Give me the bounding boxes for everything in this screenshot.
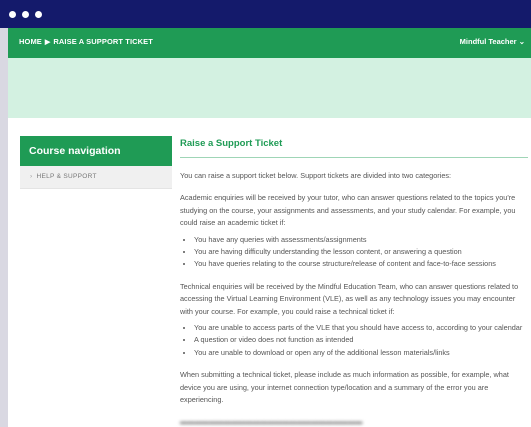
list-item: You have queries relating to the course … xyxy=(194,258,528,270)
sidebar-item-help-support[interactable]: › HELP & SUPPORT xyxy=(20,166,172,189)
list-item: You have any queries with assessments/as… xyxy=(194,234,528,246)
sidebar-heading: Course navigation xyxy=(20,136,172,166)
sidebar-item-label: HELP & SUPPORT xyxy=(36,173,97,180)
course-navigation-sidebar: Course navigation › HELP & SUPPORT xyxy=(20,136,172,189)
submitting-paragraph: When submitting a technical ticket, plea… xyxy=(180,370,509,405)
breadcrumb-home-link[interactable]: HOME xyxy=(19,37,42,46)
screenshot-frame: HOME ▶ RAISE A SUPPORT TICKET Mindful Teac… xyxy=(0,0,531,427)
user-menu[interactable]: Mindful Teacher ⌄ xyxy=(460,37,525,46)
window-minimize-dot[interactable] xyxy=(22,11,29,18)
top-navbar: HOME ▶ RAISE A SUPPORT TICKET Mindful Teac… xyxy=(8,28,531,58)
breadcrumb-current: RAISE A SUPPORT TICKET xyxy=(53,37,153,46)
technical-paragraph: Technical enquiries will be received by … xyxy=(180,281,519,316)
window-maximize-dot[interactable] xyxy=(35,11,42,18)
page-banner xyxy=(8,58,531,118)
window-close-dot[interactable] xyxy=(9,11,16,18)
browser-page: HOME ▶ RAISE A SUPPORT TICKET Mindful Teac… xyxy=(8,28,531,427)
blurred-cutoff-text: ▬▬▬▬▬▬▬▬▬▬▬▬▬▬▬▬▬▬▬▬▬▬▬▬▬ xyxy=(180,416,363,426)
list-item: A question or video does not function as… xyxy=(194,334,528,346)
list-item: You are unable to access parts of the VL… xyxy=(194,322,528,334)
list-item: You are unable to download or open any o… xyxy=(194,347,528,359)
breadcrumb: HOME ▶ RAISE A SUPPORT TICKET xyxy=(19,37,153,46)
window-titlebar xyxy=(0,0,531,28)
academic-paragraph: Academic enquiries will be received by y… xyxy=(180,193,516,228)
main-content: Raise a Support Ticket You can raise a s… xyxy=(180,138,528,427)
page-title: Raise a Support Ticket xyxy=(180,138,528,158)
list-item: You are having difficulty understanding … xyxy=(194,246,528,258)
academic-bullet-list: You have any queries with assessments/as… xyxy=(180,234,528,271)
user-menu-chevron-icon: ⌄ xyxy=(518,37,525,46)
technical-bullet-list: You are unable to access parts of the VL… xyxy=(180,322,528,359)
breadcrumb-separator-icon: ▶ xyxy=(44,39,51,46)
user-name: Mindful Teacher xyxy=(459,37,517,46)
chevron-right-icon: › xyxy=(30,173,33,180)
intro-paragraph: You can raise a support ticket below. Su… xyxy=(180,171,452,180)
